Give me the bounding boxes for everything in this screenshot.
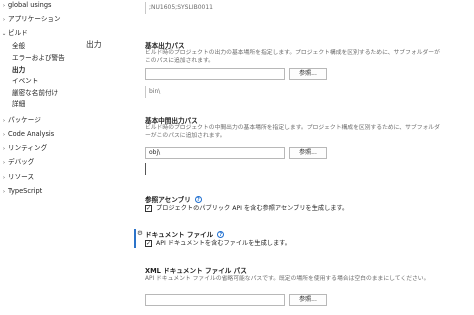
base-output-path-preview: bin\ (145, 86, 160, 98)
gear-icon[interactable]: ⚙ (137, 229, 143, 237)
xml-doc-path-heading: XML ドキュメント ファイル パス (145, 267, 247, 275)
sidebar-item-strong-naming[interactable]: 厳密な名前付け (12, 89, 58, 98)
sidebar-item-label: パッケージ (8, 116, 41, 124)
sidebar-item-label: アプリケーション (8, 15, 61, 23)
sidebar: › global usings › アプリケーション ⌄ ビルド 全般 エラーおよび警… (0, 0, 70, 315)
chevron-right-icon: › (2, 17, 6, 23)
info-icon[interactable]: ? (194, 195, 202, 203)
sidebar-item-label: デバッグ (8, 158, 35, 166)
sidebar-item-typescript[interactable]: › TypeScript (0, 187, 42, 197)
suppress-warnings-value: ;NU1605;SYSLIB0011 (145, 2, 213, 14)
sidebar-item-code-analysis[interactable]: › Code Analysis (0, 130, 54, 140)
sidebar-item-label: TypeScript (8, 187, 43, 195)
documentation-file-checkbox[interactable]: ✓ (145, 240, 152, 247)
sidebar-item-advanced[interactable]: 詳細 (12, 100, 25, 109)
chevron-right-icon: › (2, 118, 6, 124)
sidebar-item-errors-warnings[interactable]: エラーおよび警告 (12, 54, 65, 63)
reference-assembly-heading-row: 参照アセンブリ? (145, 194, 202, 204)
sidebar-item-output[interactable]: 出力 (12, 66, 25, 75)
text-caret (145, 163, 146, 175)
sidebar-item-label: Code Analysis (8, 130, 55, 138)
sidebar-item-global-usings[interactable]: › global usings (0, 1, 52, 11)
base-output-path-input[interactable] (145, 68, 285, 80)
info-icon[interactable]: ? (217, 230, 225, 238)
sidebar-item-label: リンティング (8, 144, 48, 152)
sidebar-item-general[interactable]: 全般 (12, 42, 25, 51)
documentation-file-checkbox-label: API ドキュメントを含むファイルを生成します。 (156, 240, 291, 247)
base-output-browse-button[interactable]: 参照... (289, 68, 327, 80)
xml-doc-path-input[interactable] (145, 294, 285, 306)
chevron-down-icon: ⌄ (1, 31, 7, 37)
sidebar-item-package[interactable]: › パッケージ (0, 116, 41, 126)
xml-doc-browse-button[interactable]: 参照... (289, 294, 327, 306)
sidebar-item-linting[interactable]: › リンティング (0, 144, 47, 154)
sidebar-item-application[interactable]: › アプリケーション (0, 15, 61, 25)
sidebar-item-resources[interactable]: › リソース (0, 173, 34, 183)
base-output-path-description: ビルド時のプロジェクトの出力の基本場所を指定します。プロジェクト構成を区別するた… (145, 50, 440, 65)
sidebar-item-label: ビルド (8, 29, 28, 37)
chevron-right-icon: › (2, 160, 6, 166)
chevron-right-icon: › (2, 175, 6, 181)
sidebar-item-debug[interactable]: › デバッグ (0, 158, 34, 168)
chevron-right-icon: › (2, 132, 6, 138)
sidebar-item-label: global usings (8, 1, 52, 9)
section-title-output: 出力 (86, 40, 102, 49)
sidebar-item-events[interactable]: イベント (12, 77, 38, 86)
base-intermediate-browse-button[interactable]: 参照... (289, 147, 327, 159)
sidebar-item-label: リソース (8, 173, 35, 181)
reference-assembly-heading: 参照アセンブリ (145, 196, 191, 204)
documentation-file-checkbox-row[interactable]: ✓ API ドキュメントを含むファイルを生成します。 (145, 239, 291, 248)
documentation-file-heading: ドキュメント ファイル (145, 231, 214, 239)
chevron-right-icon: › (2, 3, 6, 9)
reference-assembly-checkbox-label: プロジェクトのパブリック API を含む参照アセンブリを生成します。 (156, 205, 349, 212)
xml-doc-path-description: API ドキュメント ファイルの省略可能なパスです。既定の場所を使用する場合は空… (145, 276, 430, 282)
reference-assembly-checkbox-row[interactable]: ✓ プロジェクトのパブリック API を含む参照アセンブリを生成します。 (145, 204, 348, 213)
base-intermediate-path-description: ビルド時のプロジェクトの中間出力の基本場所を指定します。プロジェクト構成を区別す… (145, 125, 440, 140)
chevron-right-icon: › (2, 146, 6, 152)
sidebar-item-build[interactable]: ⌄ ビルド (0, 29, 28, 39)
base-intermediate-path-input[interactable]: obj\ (145, 147, 285, 159)
documentation-file-heading-row: ドキュメント ファイル? (145, 229, 225, 239)
chevron-right-icon: › (2, 189, 6, 195)
reference-assembly-checkbox[interactable]: ✓ (145, 205, 152, 212)
modified-indicator-bar (134, 229, 136, 248)
